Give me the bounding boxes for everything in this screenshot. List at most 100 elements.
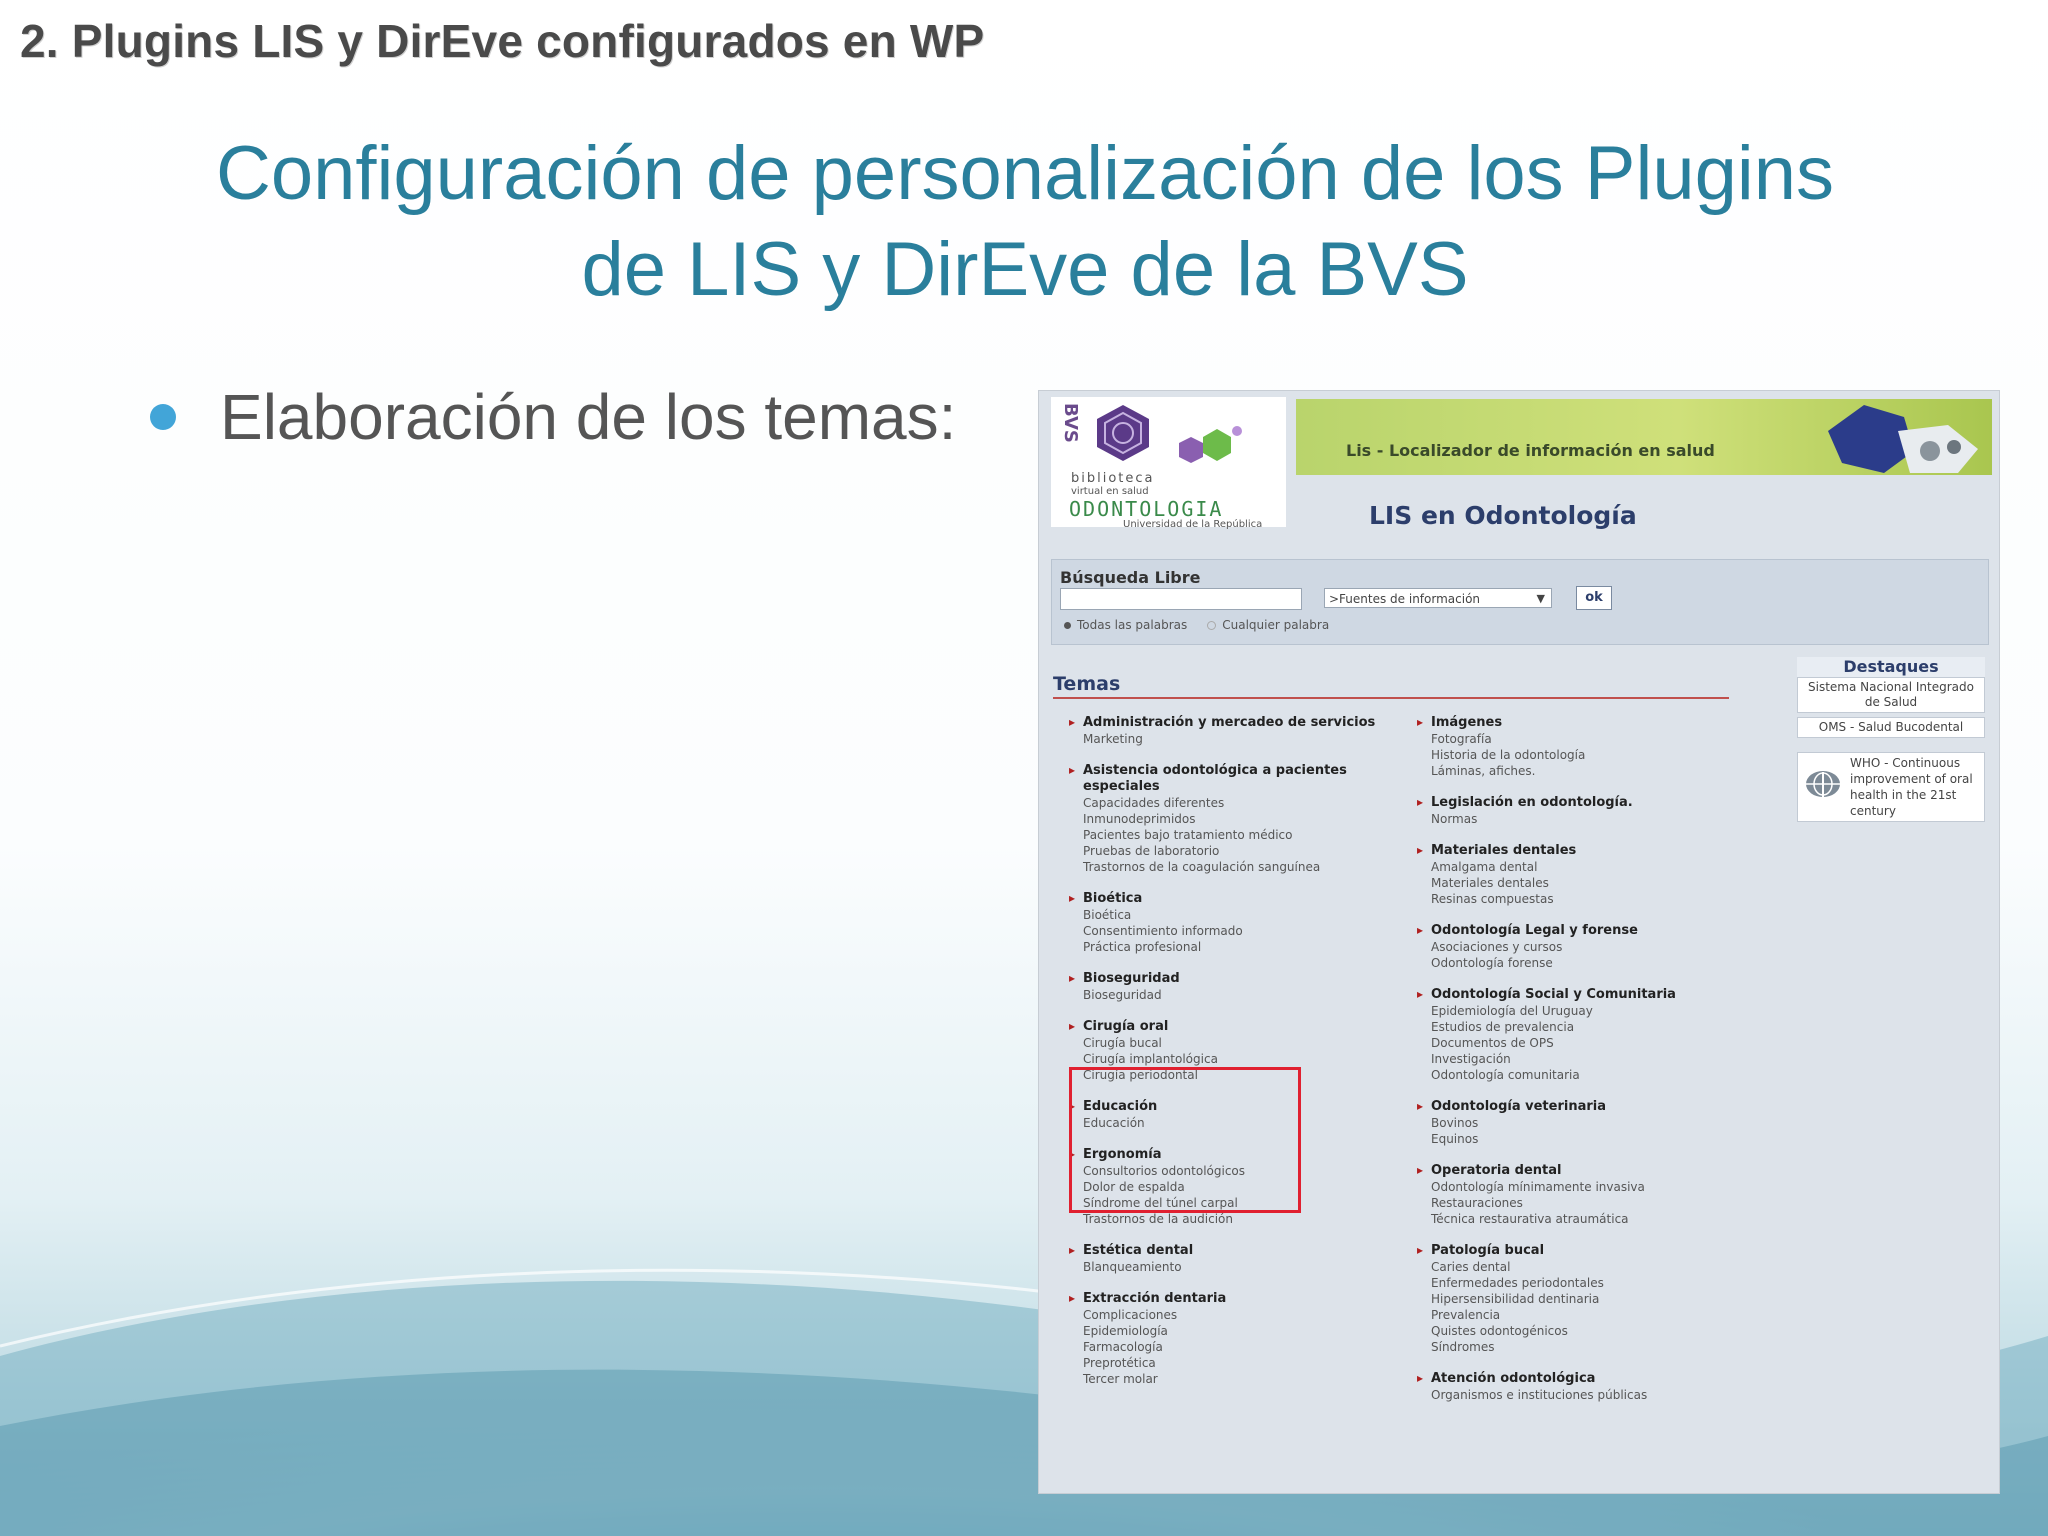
topic-title-link[interactable]: Asistencia odontológica a pacientes espe… [1083,763,1383,795]
subtopic-link[interactable]: Prevalencia [1431,1307,1731,1323]
subtopic-link[interactable]: Equinos [1431,1131,1731,1147]
chevron-down-icon: ▼ [1536,592,1545,605]
subtopic-link[interactable]: Epidemiología [1083,1323,1383,1339]
banner-decoration-icon [1828,405,1978,473]
subtopic-link[interactable]: Tercer molar [1083,1371,1383,1387]
topic-title-link[interactable]: Patología bucal [1431,1243,1731,1259]
topic-title-link[interactable]: Legislación en odontología. [1431,795,1731,811]
destaque-item-snis[interactable]: Sistema Nacional Integrado de Salud [1797,677,1985,713]
topic-title-link[interactable]: Administración y mercadeo de servicios [1083,715,1383,731]
subtopic-link[interactable]: Odontología mínimamente invasiva [1431,1179,1731,1195]
topic-title-link[interactable]: Estética dental [1083,1243,1383,1259]
topics-left-column: ▸ Administración y mercadeo de servicios M… [1069,715,1383,1403]
title-line-2: de LIS y DirEve de la BVS [581,227,1469,312]
subtopic-link[interactable]: Quistes odontogénicos [1431,1323,1731,1339]
subtopic-link[interactable]: Odontología forense [1431,955,1731,971]
topic-title-link[interactable]: Odontología Legal y forense [1431,923,1731,939]
radio-all-words[interactable]: Todas las palabras [1064,618,1187,632]
topic-item: ▸ Imágenes Fotografía Historia de la odonto… [1417,715,1731,779]
logo-biblioteca-text: biblioteca [1071,471,1155,486]
subtopic-link[interactable]: Cirugía bucal [1083,1035,1383,1051]
topic-item: ▸ Asistencia odontológica a pacientes esp… [1069,763,1383,875]
bullet-arrow-icon: ▸ [1069,715,1076,729]
subtopic-link[interactable]: Resinas compuestas [1431,891,1731,907]
subtopic-link[interactable]: Capacidades diferentes [1083,795,1383,811]
bullet-arrow-icon: ▸ [1417,795,1424,809]
radio-unselected-icon [1207,621,1217,630]
subtopic-link[interactable]: Odontología comunitaria [1431,1067,1731,1083]
bullet-arrow-icon: ▸ [1417,923,1424,937]
topic-title-link[interactable]: Cirugía oral [1083,1019,1383,1035]
topic-item: ▸ Patología bucal Caries dental Enfermedade… [1417,1243,1731,1355]
topic-title-link[interactable]: Operatoria dental [1431,1163,1731,1179]
subtopic-link[interactable]: Investigación [1431,1051,1731,1067]
subtopic-link[interactable]: Bioética [1083,907,1383,923]
subtopic-link[interactable]: Caries dental [1431,1259,1731,1275]
topic-title-link[interactable]: Atención odontológica [1431,1371,1731,1387]
logo-odontologia-text: ODONTOLOGIA [1069,497,1224,521]
subtopic-link[interactable]: Técnica restaurativa atraumática [1431,1211,1731,1227]
topic-item: ▸ Bioseguridad Bioseguridad [1069,971,1383,1003]
bullet-arrow-icon: ▸ [1069,763,1076,777]
destaque-item-who[interactable]: WHO - Continuous improvement of oral hea… [1797,752,1985,822]
subtopic-link[interactable]: Hipersensibilidad dentinaria [1431,1291,1731,1307]
subtopic-link[interactable]: Bovinos [1431,1115,1731,1131]
bvs-logo[interactable]: BVS biblioteca virtual en salud ODONTOLO… [1051,397,1286,530]
subtopic-link[interactable]: Enfermedades periodontales [1431,1275,1731,1291]
subtopic-link[interactable]: Láminas, afiches. [1431,763,1731,779]
topic-item: ▸ Atención odontológica Organismos e insti… [1417,1371,1731,1403]
bullet-arrow-icon: ▸ [1069,1019,1076,1033]
topic-title-link[interactable]: Bioética [1083,891,1383,907]
subtopic-link[interactable]: Preprotética [1083,1355,1383,1371]
topic-title-link[interactable]: Odontología Social y Comunitaria [1431,987,1731,1003]
subtopic-link[interactable]: Cirugía implantológica [1083,1051,1383,1067]
bullet-arrow-icon: ▸ [1417,1163,1424,1177]
subtopic-link[interactable]: Blanqueamiento [1083,1259,1383,1275]
subtopic-link[interactable]: Práctica profesional [1083,939,1383,955]
subtopic-link[interactable]: Restauraciones [1431,1195,1731,1211]
topic-title-link[interactable]: Materiales dentales [1431,843,1731,859]
topic-item: ▸ Odontología Social y Comunitaria Epidemi… [1417,987,1731,1083]
subtopic-link[interactable]: Fotografía [1431,731,1731,747]
subtopic-link[interactable]: Organismos e instituciones públicas [1431,1387,1731,1403]
topic-item: ▸ Legislación en odontología. Normas [1417,795,1731,827]
subtopic-link[interactable]: Historia de la odontología [1431,747,1731,763]
subtopic-link[interactable]: Pacientes bajo tratamiento médico [1083,827,1383,843]
subtopic-link[interactable]: Documentos de OPS [1431,1035,1731,1051]
topic-item: ▸ Extracción dentaria Complicaciones Epidem… [1069,1291,1383,1387]
subtopic-link[interactable]: Materiales dentales [1431,875,1731,891]
topic-title-link[interactable]: Extracción dentaria [1083,1291,1383,1307]
subtopic-link[interactable]: Marketing [1083,731,1383,747]
subtopic-link[interactable]: Trastornos de la coagulación sanguínea [1083,859,1383,875]
radio-any-word[interactable]: Cualquier palabra [1207,618,1329,632]
bullet-arrow-icon: ▸ [1069,971,1076,985]
subtopic-link[interactable]: Normas [1431,811,1731,827]
subtopic-link[interactable]: Asociaciones y cursos [1431,939,1731,955]
bullet-arrow-icon: ▸ [1069,1291,1076,1305]
subtopic-link[interactable]: Farmacología [1083,1339,1383,1355]
source-select[interactable]: >Fuentes de información ▼ [1324,588,1552,608]
topic-item: ▸ Bioética Bioética Consentimiento informad… [1069,891,1383,955]
subtopic-link[interactable]: Amalgama dental [1431,859,1731,875]
subtopic-link[interactable]: Bioseguridad [1083,987,1383,1003]
bullet-arrow-icon: ▸ [1417,715,1424,729]
subtopic-link[interactable]: Estudios de prevalencia [1431,1019,1731,1035]
search-input[interactable] [1060,588,1302,610]
bullet-arrow-icon: ▸ [1417,1243,1424,1257]
subtopic-link[interactable]: Síndromes [1431,1339,1731,1355]
topic-item: ▸ Materiales dentales Amalgama dental Mater… [1417,843,1731,907]
subtopic-link[interactable]: Pruebas de laboratorio [1083,843,1383,859]
subtopic-link[interactable]: Trastornos de la audición [1083,1211,1383,1227]
bullet-arrow-icon: ▸ [1417,1099,1424,1113]
ok-button[interactable]: ok [1576,586,1612,610]
subtopic-link[interactable]: Epidemiología del Uruguay [1431,1003,1731,1019]
bullet-arrow-icon: ▸ [1417,1371,1424,1385]
subtopic-link[interactable]: Inmunodeprimidos [1083,811,1383,827]
subtopic-link[interactable]: Complicaciones [1083,1307,1383,1323]
topic-title-link[interactable]: Bioseguridad [1083,971,1383,987]
topic-title-link[interactable]: Imágenes [1431,715,1731,731]
bullet-arrow-icon: ▸ [1069,891,1076,905]
destaque-item-oms[interactable]: OMS - Salud Bucodental [1797,717,1985,738]
topic-title-link[interactable]: Odontología veterinaria [1431,1099,1731,1115]
subtopic-link[interactable]: Consentimiento informado [1083,923,1383,939]
